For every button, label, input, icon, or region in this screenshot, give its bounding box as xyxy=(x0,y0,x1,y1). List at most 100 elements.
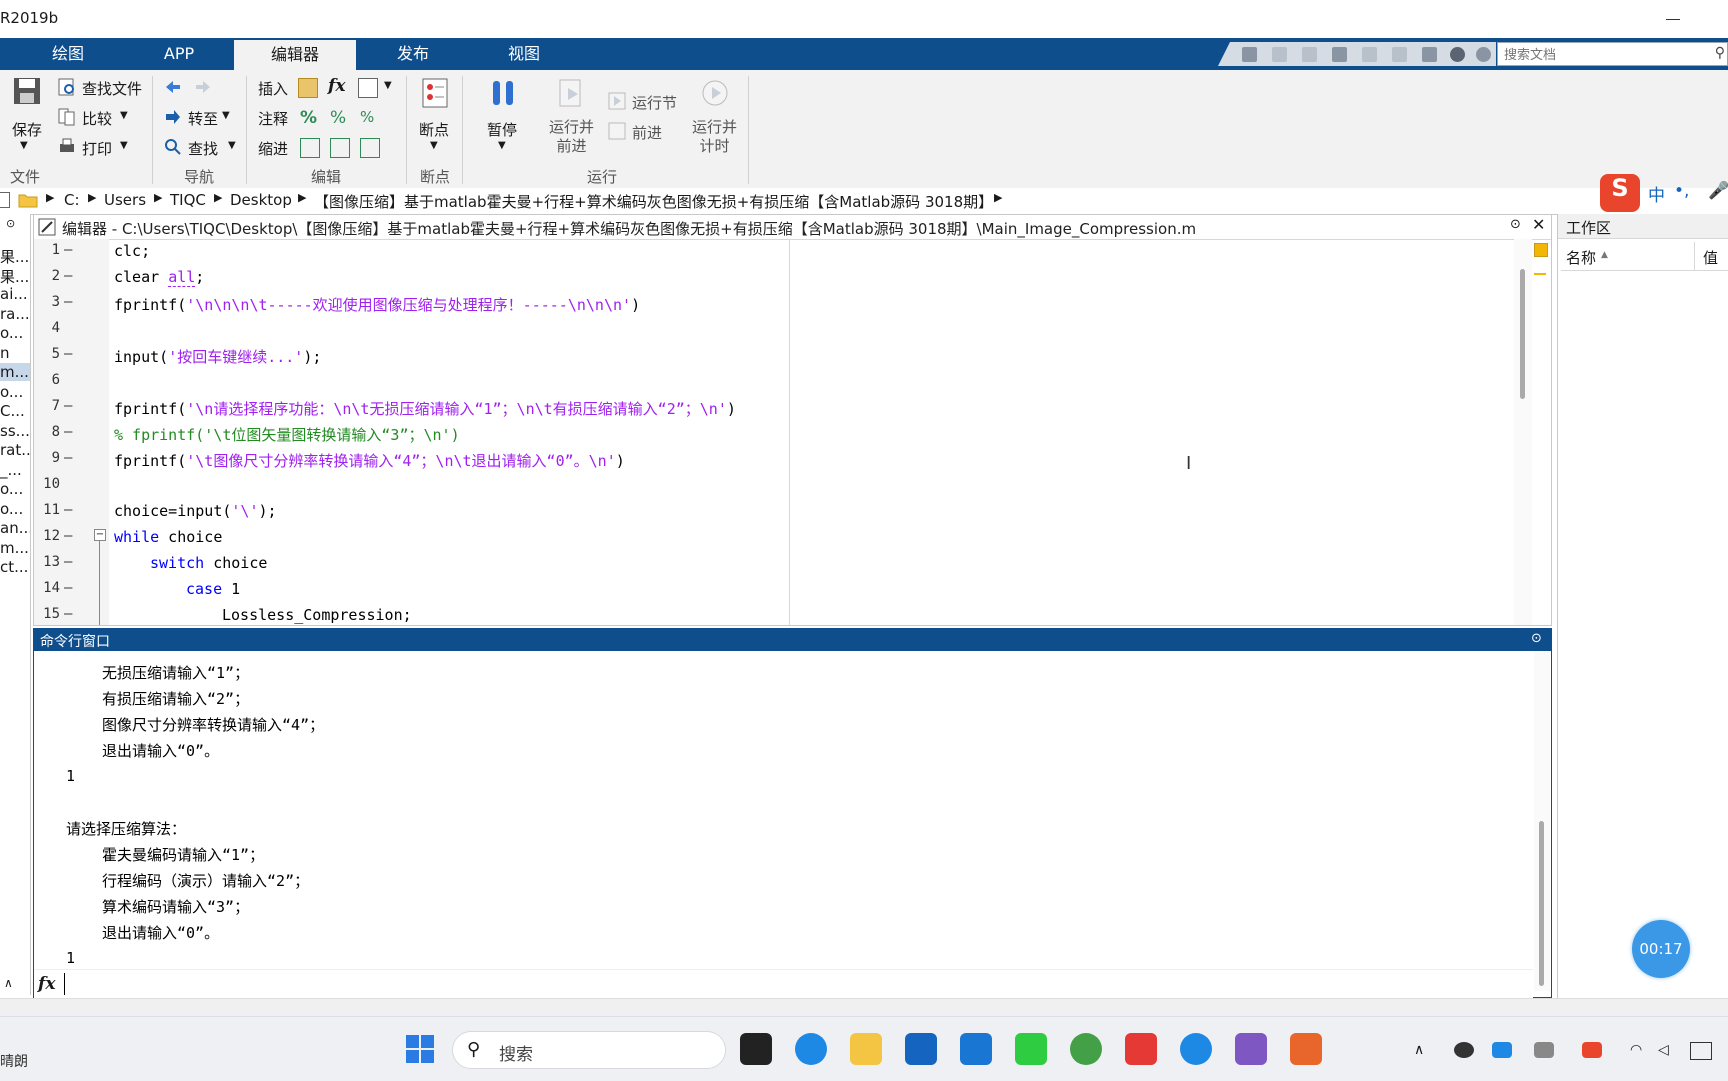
ime-language[interactable]: 中 xyxy=(1648,181,1665,206)
breakpoint-marker[interactable]: — xyxy=(64,242,72,258)
file-list-item[interactable]: n xyxy=(0,344,10,362)
pause-dropdown-icon[interactable]: ▼ xyxy=(498,140,506,151)
smart-indent-icon[interactable] xyxy=(300,138,320,158)
breakpoint-marker[interactable]: — xyxy=(64,268,72,284)
ime-tray-icon[interactable] xyxy=(1534,1042,1554,1058)
compare-button[interactable]: 比较 xyxy=(82,108,112,129)
pause-button[interactable]: 暂停 xyxy=(487,119,517,140)
warning-marker[interactable] xyxy=(1534,273,1546,275)
breadcrumb-user[interactable]: TIQC xyxy=(170,191,206,209)
breadcrumb-arrow-icon[interactable]: ▶ xyxy=(46,191,54,204)
code-line-9[interactable]: fprintf('\t图像尺寸分辨率转换请输入“4”；\n\t退出请输入“0”。… xyxy=(114,450,625,471)
comment-percent-icon[interactable]: % xyxy=(300,108,318,128)
code-line-15[interactable]: Lossless_Compression; xyxy=(222,606,412,624)
chevron-up-icon[interactable]: ∧ xyxy=(4,976,13,990)
find-dropdown-icon[interactable]: ▼ xyxy=(228,140,236,151)
file-list-item[interactable]: o... xyxy=(0,383,23,401)
breakpoint-marker[interactable]: — xyxy=(64,528,72,544)
compare-dropdown-icon[interactable]: ▼ xyxy=(120,110,128,121)
breadcrumb-desktop[interactable]: Desktop xyxy=(230,191,292,209)
breadcrumb-arrow-icon[interactable]: ▶ xyxy=(88,191,96,204)
forward-arrow-icon[interactable] xyxy=(194,78,212,96)
breakpoint-marker[interactable]: — xyxy=(64,502,72,518)
code-line-12[interactable]: while choice xyxy=(114,528,222,546)
matlab-icon[interactable] xyxy=(1290,1033,1322,1065)
weather-text[interactable]: 晴朗 xyxy=(0,1051,28,1071)
column-divider[interactable] xyxy=(1694,242,1695,270)
code-line-14[interactable]: case 1 xyxy=(186,580,240,598)
breadcrumb-arrow-icon[interactable]: ▶ xyxy=(154,191,162,204)
file-list-item[interactable]: o... xyxy=(0,324,23,342)
find-button[interactable]: 查找 xyxy=(188,138,218,159)
breakpoint-marker[interactable]: — xyxy=(64,580,72,596)
insert-section-icon[interactable] xyxy=(298,78,318,98)
breadcrumb-arrow-icon[interactable]: ▶ xyxy=(298,191,306,204)
back-arrow-icon[interactable] xyxy=(164,78,182,96)
breadcrumb-users[interactable]: Users xyxy=(104,191,146,209)
file-list-item[interactable]: ai... xyxy=(0,285,28,303)
breakpoint-marker[interactable]: — xyxy=(64,606,72,622)
breakpoint-marker[interactable]: — xyxy=(64,294,72,310)
run-section-button[interactable]: 运行节 xyxy=(632,92,677,113)
goto-dropdown-icon[interactable]: ▼ xyxy=(222,110,230,121)
panel-menu-icon[interactable]: ⊙ xyxy=(6,217,15,230)
file-explorer-icon[interactable] xyxy=(850,1033,882,1065)
cut-icon[interactable] xyxy=(1272,47,1287,62)
microphone-icon[interactable]: 🎤 xyxy=(1708,181,1728,201)
file-list-item[interactable]: an... xyxy=(0,519,30,537)
save-button[interactable]: 保存 xyxy=(12,119,42,140)
minimize-button[interactable] xyxy=(1658,6,1688,32)
breakpoint-marker[interactable]: — xyxy=(64,554,72,570)
print-button[interactable]: 打印 xyxy=(82,138,112,159)
switch-windows-icon[interactable] xyxy=(1422,47,1437,62)
sort-ascending-icon[interactable]: ▲ xyxy=(1601,250,1608,260)
code-line-11[interactable]: choice=input('\'); xyxy=(114,502,277,520)
file-list-item[interactable]: 果... xyxy=(0,246,29,267)
breadcrumb-arrow-icon[interactable]: ▶ xyxy=(994,191,1002,204)
breakpoint-marker[interactable]: — xyxy=(64,450,72,466)
tab-editor[interactable]: 编辑器 xyxy=(234,38,356,70)
sogou-tray-icon[interactable] xyxy=(1582,1042,1602,1058)
command-window-menu-icon[interactable]: ⊙ xyxy=(1531,631,1542,646)
green-browser-icon[interactable] xyxy=(1070,1033,1102,1065)
editor-scrollbar[interactable] xyxy=(1514,239,1532,625)
command-scroll-thumb[interactable] xyxy=(1539,821,1544,986)
tray-app-icon[interactable] xyxy=(1492,1042,1512,1058)
code-line-2[interactable]: clear all; xyxy=(114,268,204,287)
uncomment-icon[interactable]: % xyxy=(330,108,348,128)
file-list-item[interactable]: 果... xyxy=(0,266,29,287)
chevron-up-icon[interactable]: ∧ xyxy=(1414,1042,1434,1058)
wechat-icon[interactable] xyxy=(1015,1033,1047,1065)
breadcrumb-arrow-icon[interactable]: ▶ xyxy=(214,191,222,204)
tab-apps[interactable]: APP xyxy=(124,38,234,70)
command-input[interactable] xyxy=(64,973,1469,995)
advance-button[interactable]: 前进 xyxy=(632,122,662,143)
fold-minus-icon[interactable]: − xyxy=(94,529,106,541)
insert-dropdown-icon[interactable]: ▼ xyxy=(384,80,392,91)
edge-browser-icon[interactable] xyxy=(795,1033,827,1065)
fx-icon[interactable]: fx xyxy=(38,974,55,994)
run-and-advance-button[interactable]: 运行并 前进 xyxy=(549,118,594,156)
sogou-ime-icon[interactable]: S xyxy=(1600,174,1640,212)
breadcrumb-project-folder[interactable]: 【图像压缩】基于matlab霍夫曼+行程+算术编码灰色图像无损+有损压缩【含Ma… xyxy=(314,191,993,212)
copy-icon[interactable] xyxy=(1302,47,1317,62)
code-line-7[interactable]: fprintf('\n请选择程序功能：\n\t无损压缩请输入“1”；\n\t有损… xyxy=(114,398,736,419)
breakpoints-dropdown-icon[interactable]: ▼ xyxy=(430,140,438,151)
recording-timer-bubble[interactable]: 00:17 xyxy=(1632,920,1690,978)
photos-app-icon[interactable] xyxy=(1235,1033,1267,1065)
speaker-icon[interactable]: ◁ xyxy=(1658,1042,1678,1058)
fx-insert-icon[interactable]: fx xyxy=(328,76,346,96)
code-line-1[interactable]: clc; xyxy=(114,242,150,260)
search-icon[interactable]: ⚲ xyxy=(1715,45,1725,61)
save-dropdown-icon[interactable]: ▼ xyxy=(20,140,28,151)
task-view-icon[interactable] xyxy=(740,1033,772,1065)
close-icon[interactable]: ✕ xyxy=(1532,215,1545,234)
taskbar-search-box[interactable]: ⚲ 搜索 xyxy=(452,1031,726,1069)
qq-icon[interactable] xyxy=(1454,1042,1474,1058)
code-line-3[interactable]: fprintf('\n\n\n\t-----欢迎使用图像压缩与处理程序！----… xyxy=(114,294,640,315)
breakpoints-button[interactable]: 断点 xyxy=(419,119,449,140)
snipping-tool-icon[interactable] xyxy=(1125,1033,1157,1065)
file-list-item[interactable]: _... xyxy=(0,461,22,479)
command-window-scrollbar[interactable] xyxy=(1534,651,1550,991)
code-analyzer-warning-icon[interactable] xyxy=(1534,243,1548,257)
